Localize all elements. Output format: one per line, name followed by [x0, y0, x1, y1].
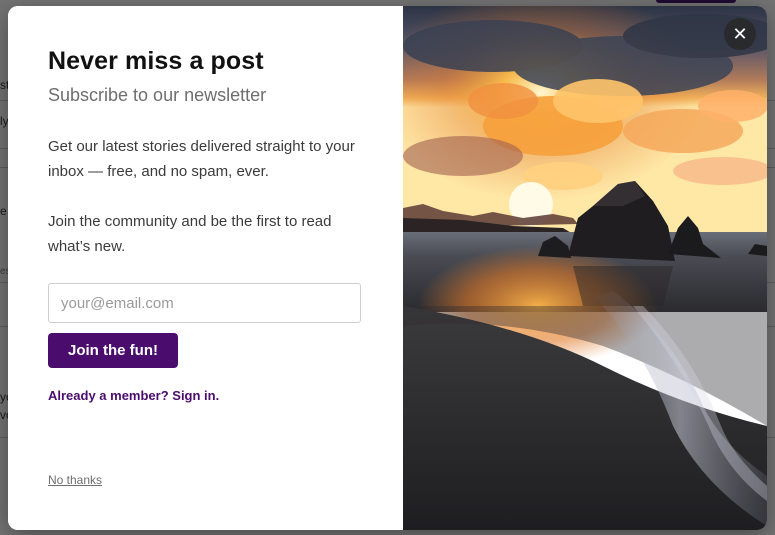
email-input[interactable]: [48, 283, 361, 323]
hero-image: [403, 6, 767, 530]
modal-content-panel: Never miss a post Subscribe to our newsl…: [8, 6, 403, 530]
modal-description: Get our latest stories delivered straigh…: [48, 138, 355, 180]
close-icon[interactable]: ✕: [724, 18, 756, 50]
newsletter-modal: Never miss a post Subscribe to our newsl…: [8, 6, 767, 530]
join-button[interactable]: Join the fun!: [48, 333, 178, 368]
signin-link[interactable]: Already a member? Sign in.: [48, 388, 219, 403]
sunset-beach-image: [403, 6, 767, 530]
no-thanks-link[interactable]: No thanks: [48, 473, 102, 487]
modal-subtitle: Subscribe to our newsletter: [48, 85, 267, 105]
modal-title: Never miss a post: [48, 47, 264, 75]
modal-community-text: Join the community and be the first to r…: [48, 213, 332, 255]
